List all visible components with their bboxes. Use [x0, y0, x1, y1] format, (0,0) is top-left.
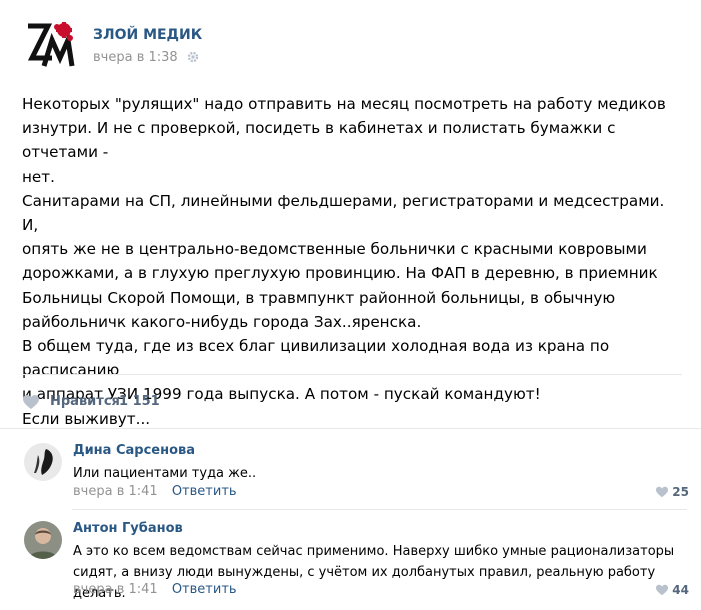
comment-date[interactable]: вчера в 1:41: [73, 484, 158, 499]
like-label[interactable]: Нравится: [50, 394, 120, 409]
comment-date[interactable]: вчера в 1:41: [73, 582, 158, 597]
comment-like-button[interactable]: 44: [655, 583, 689, 597]
heart-icon: [656, 486, 669, 498]
avatar[interactable]: [24, 443, 62, 481]
comment-author[interactable]: Дина Сарсенова: [73, 443, 195, 458]
post-author[interactable]: ЗЛОЙ МЕДИК: [93, 27, 202, 43]
gear-icon[interactable]: [187, 51, 199, 67]
comment-author[interactable]: Антон Губанов: [73, 521, 183, 536]
avatar[interactable]: [24, 521, 62, 559]
reply-button[interactable]: Ответить: [172, 484, 237, 499]
comment-meta: вчера в 1:41 Ответить: [73, 582, 237, 597]
divider: [72, 509, 687, 510]
post-date[interactable]: вчера в 1:38: [93, 50, 199, 67]
comment: Антон Губанов А это ко всем ведомствам с…: [24, 521, 689, 601]
comment-like-count: 44: [672, 583, 689, 597]
comment: Дина Сарсенова Или пациентами туда же.. …: [24, 443, 689, 503]
comment-like-button[interactable]: 25: [655, 485, 689, 499]
divider: [22, 374, 682, 375]
heart-icon: [656, 584, 669, 596]
like-count[interactable]: 1 151: [119, 394, 160, 409]
community-logo[interactable]: [22, 18, 78, 74]
reply-button[interactable]: Ответить: [172, 582, 237, 597]
post-text: Некоторых "рулящих" надо отправить на ме…: [22, 95, 666, 428]
divider: [0, 428, 701, 429]
post-header: ЗЛОЙ МЕДИК вчера в 1:38: [22, 18, 682, 78]
comment-text: Или пациентами туда же..: [73, 466, 257, 481]
comment-like-count: 25: [672, 485, 689, 499]
post-date-text[interactable]: вчера в 1:38: [93, 50, 178, 65]
comment-meta: вчера в 1:41 Ответить: [73, 484, 237, 499]
heart-icon: [22, 394, 40, 414]
